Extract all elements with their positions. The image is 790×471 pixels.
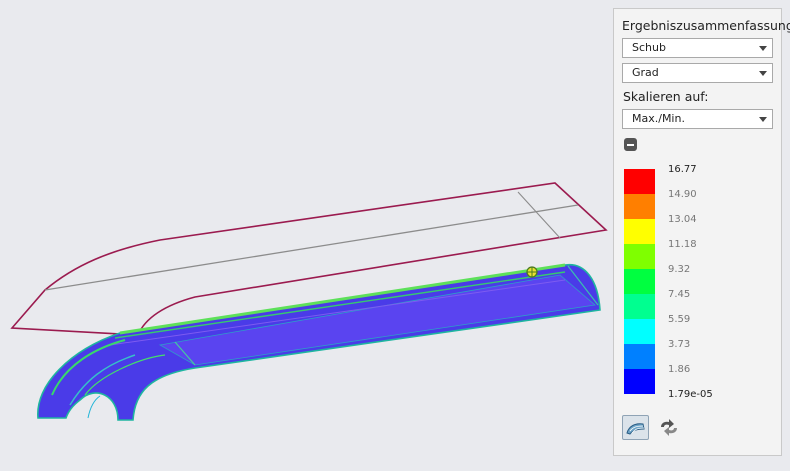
sync-arrows-icon — [661, 419, 677, 436]
shaded-mesh-icon — [626, 423, 645, 435]
chevron-down-icon — [759, 46, 767, 51]
legend-swatch — [624, 319, 655, 344]
legend-swatch — [624, 169, 655, 194]
chevron-down-icon — [759, 117, 767, 122]
result-type-dropdown[interactable]: Schub — [622, 38, 773, 58]
legend-label: 14.90 — [668, 189, 697, 200]
legend-swatch — [624, 344, 655, 369]
legend-label: 7.45 — [668, 289, 691, 300]
legend-swatch — [624, 294, 655, 319]
legend-label: 1.86 — [668, 364, 691, 375]
legend-label: 5.59 — [668, 314, 691, 325]
legend-label: 9.32 — [668, 264, 691, 275]
unit-dropdown[interactable]: Grad — [622, 63, 773, 83]
refresh-button[interactable] — [656, 415, 683, 440]
legend-label: 13.04 — [668, 214, 697, 225]
scale-mode-dropdown[interactable]: Max./Min. — [622, 109, 773, 129]
legend-label: 11.18 — [668, 239, 697, 250]
legend-swatch — [624, 369, 655, 394]
envelope-edge-short — [517, 191, 561, 239]
legend-swatch — [624, 269, 655, 294]
legend-swatch — [624, 219, 655, 244]
3d-viewport[interactable] — [0, 0, 610, 471]
legend-label: 3.73 — [668, 339, 691, 350]
panel-title: Ergebniszusammenfassung — [622, 18, 790, 33]
legend-label-max: 16.77 — [668, 164, 697, 175]
unit-value: Grad — [632, 66, 659, 79]
model-render[interactable] — [0, 0, 610, 471]
scale-label: Skalieren auf: — [623, 89, 709, 104]
result-summary-panel: Ergebniszusammenfassung Schub Grad Skali… — [613, 8, 790, 456]
minus-icon[interactable] — [624, 138, 637, 151]
mesh-hole-edge — [87, 395, 101, 419]
legend-label-min: 1.79e-05 — [668, 389, 713, 400]
result-type-value: Schub — [632, 41, 666, 54]
scale-mode-value: Max./Min. — [632, 112, 685, 125]
legend-swatch — [624, 244, 655, 269]
legend-swatch — [624, 194, 655, 219]
chevron-down-icon — [759, 71, 767, 76]
display-mode-button[interactable] — [622, 415, 649, 440]
